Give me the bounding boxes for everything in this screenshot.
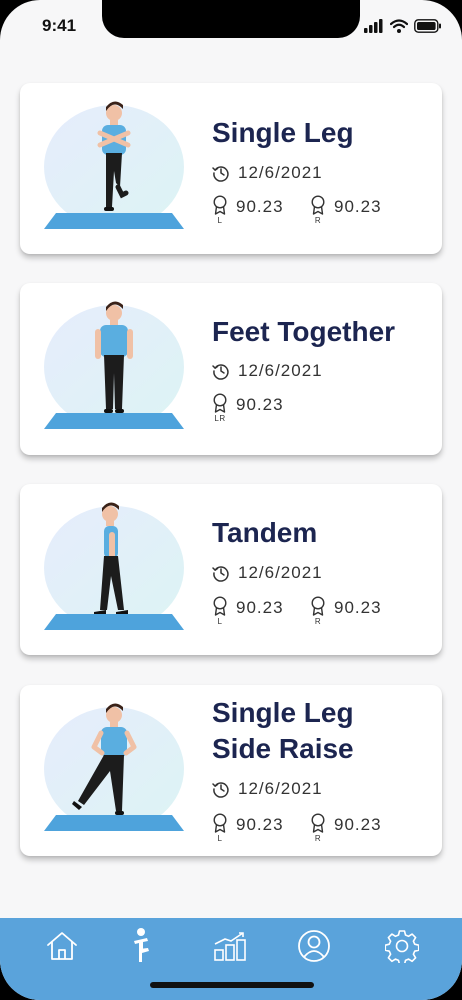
notch xyxy=(102,0,360,38)
exercise-card[interactable]: Tandem 12/6/2021 L 90.23 R 90.23 xyxy=(20,484,442,655)
tab-settings[interactable] xyxy=(384,928,420,964)
score-value: 90.23 xyxy=(236,197,284,216)
score-row: L 90.23 R 90.23 xyxy=(212,813,408,843)
history-clock-icon xyxy=(212,166,229,182)
tab-home[interactable] xyxy=(44,928,80,964)
status-time: 9:41 xyxy=(42,16,77,35)
exercise-title: Single Leg xyxy=(212,115,354,151)
score-value: 90.23 xyxy=(236,395,284,414)
award-ribbon-icon xyxy=(311,596,325,616)
score-item: R 90.23 xyxy=(310,596,408,626)
score-item: L 90.23 xyxy=(212,195,310,225)
score-side-label: L xyxy=(217,834,223,843)
date-text: 12/6/2021 xyxy=(238,779,323,798)
signal-icon xyxy=(364,19,383,33)
exercise-title-line: Single Leg xyxy=(212,117,354,148)
score-side-label: L xyxy=(217,617,223,626)
home-indicator xyxy=(150,982,314,988)
score-medal: L xyxy=(212,596,228,626)
date-text: 12/6/2021 xyxy=(238,361,323,380)
score-value: 90.23 xyxy=(334,598,382,617)
score-medal: LR xyxy=(212,393,228,423)
score-item: R 90.23 xyxy=(310,195,408,225)
exercise-title-line: Single Leg xyxy=(212,697,354,728)
score-item: L 90.23 xyxy=(212,813,310,843)
award-ribbon-icon xyxy=(311,813,325,833)
tab-exercise[interactable] xyxy=(122,928,158,964)
session-date: 12/6/2021 xyxy=(212,779,323,799)
exercise-card[interactable]: Single Leg 12/6/2021 L 90.23 R 90.23 xyxy=(20,83,442,254)
award-ribbon-icon xyxy=(213,596,227,616)
settings-icon xyxy=(385,930,419,963)
tab-profile[interactable] xyxy=(296,928,332,964)
date-text: 12/6/2021 xyxy=(238,563,323,582)
progress-chart-icon xyxy=(214,932,246,961)
exercise-illustration xyxy=(44,703,184,831)
history-clock-icon xyxy=(212,566,229,582)
score-medal: L xyxy=(212,813,228,843)
score-row: L 90.23 R 90.23 xyxy=(212,195,408,225)
wifi-icon xyxy=(390,19,408,33)
score-value: 90.23 xyxy=(236,815,284,834)
session-date: 12/6/2021 xyxy=(212,563,323,583)
tab-progress[interactable] xyxy=(212,928,248,964)
score-medal: L xyxy=(212,195,228,225)
home-icon xyxy=(47,932,77,960)
status-icons xyxy=(364,18,442,34)
exercise-title-line: Feet Together xyxy=(212,316,396,347)
exercise-illustration xyxy=(44,101,184,229)
score-side-label: LR xyxy=(214,414,226,423)
score-value: 90.23 xyxy=(334,815,382,834)
exercise-title: Tandem xyxy=(212,515,317,551)
history-clock-icon xyxy=(212,782,229,798)
status-bar: 9:41 xyxy=(0,0,462,60)
exercise-title-line: Tandem xyxy=(212,517,318,548)
profile-icon xyxy=(298,930,330,962)
award-ribbon-icon xyxy=(213,195,227,215)
exercise-title: Single Leg Side Raise xyxy=(212,695,354,767)
session-date: 12/6/2021 xyxy=(212,361,323,381)
session-date: 12/6/2021 xyxy=(212,163,323,183)
history-clock-icon xyxy=(212,364,229,380)
score-item: R 90.23 xyxy=(310,813,408,843)
exercise-illustration xyxy=(44,502,184,630)
exercise-card[interactable]: Single Leg Side Raise 12/6/2021 L 90.23 R… xyxy=(20,685,442,856)
score-row: LR 90.23 xyxy=(212,393,310,423)
score-side-label: R xyxy=(314,216,322,225)
score-value: 90.23 xyxy=(334,197,382,216)
exercise-title-line: Side Raise xyxy=(212,733,354,764)
score-medal: R xyxy=(310,813,326,843)
score-value: 90.23 xyxy=(236,598,284,617)
exercise-card[interactable]: Feet Together 12/6/2021 LR 90.23 xyxy=(20,283,442,455)
score-side-label: L xyxy=(217,216,223,225)
phone-screen: 9:41 Single Leg 12/6/2021 L 90.23 R 90.2… xyxy=(0,0,462,1000)
score-side-label: R xyxy=(314,617,322,626)
score-item: LR 90.23 xyxy=(212,393,310,423)
score-row: L 90.23 R 90.23 xyxy=(212,596,408,626)
battery-icon xyxy=(414,19,441,33)
exercise-icon xyxy=(134,928,149,962)
date-text: 12/6/2021 xyxy=(238,163,323,182)
exercise-title: Feet Together xyxy=(212,314,395,350)
exercise-illustration xyxy=(44,301,184,429)
award-ribbon-icon xyxy=(311,195,325,215)
score-medal: R xyxy=(310,195,326,225)
score-item: L 90.23 xyxy=(212,596,310,626)
score-side-label: R xyxy=(314,834,322,843)
score-medal: R xyxy=(310,596,326,626)
award-ribbon-icon xyxy=(213,813,227,833)
award-ribbon-icon xyxy=(213,393,227,413)
